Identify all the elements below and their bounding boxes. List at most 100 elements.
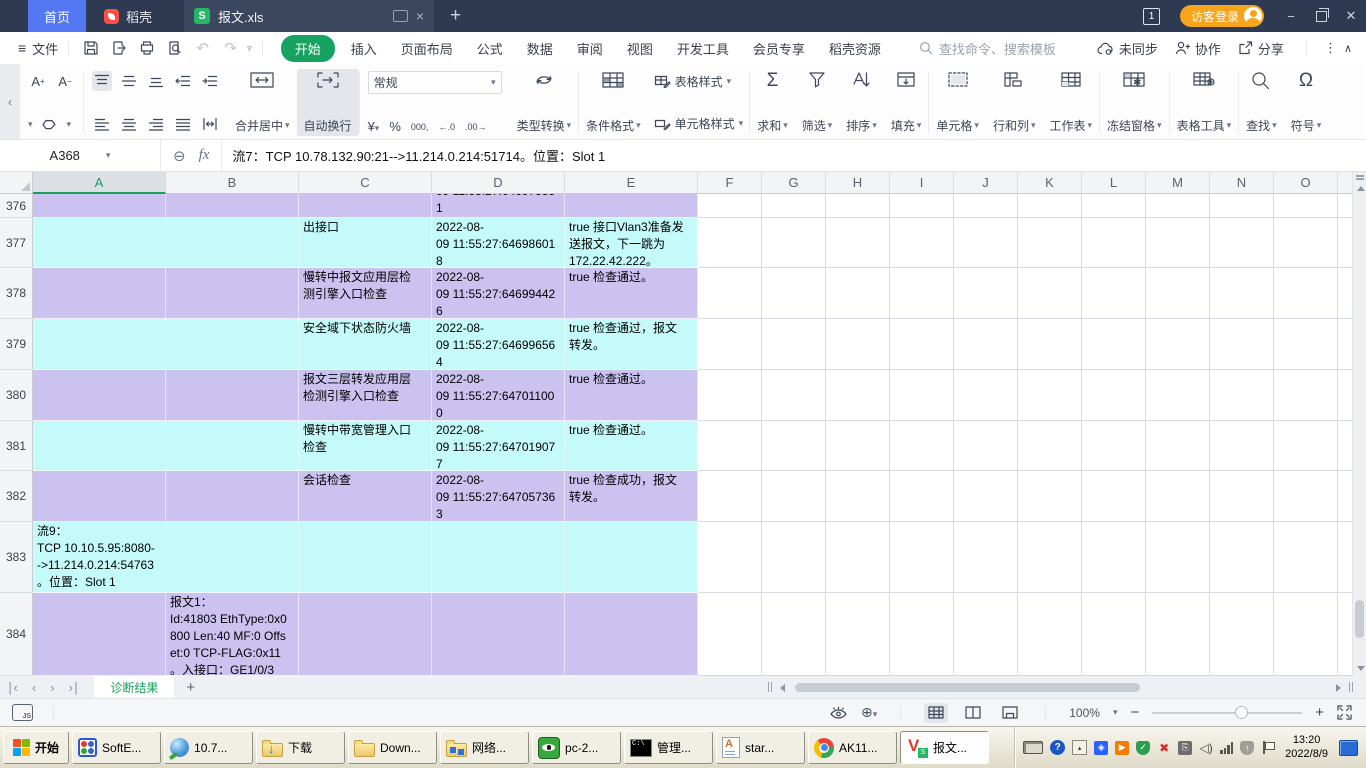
hscroll-split-handle-right[interactable]	[1349, 682, 1353, 692]
cell-D381[interactable]: 2022-08- 09 11:55:27:64701907 7	[432, 421, 565, 471]
volume-icon[interactable]: ◁)	[1199, 741, 1213, 755]
eraser-caret[interactable]: ▾	[67, 119, 72, 130]
cell-E376[interactable]	[565, 194, 698, 218]
align-top-button[interactable]	[92, 71, 112, 91]
table-style-button[interactable]: 表格样式 ▾	[654, 73, 744, 90]
decrease-indent-button[interactable]	[173, 71, 193, 91]
col-header-D[interactable]: D	[432, 172, 565, 194]
js-macro-icon[interactable]: JS	[12, 704, 33, 721]
tab-data[interactable]: 数据	[515, 39, 565, 58]
percent-button[interactable]: %	[389, 119, 401, 134]
save-button[interactable]	[79, 37, 102, 59]
align-right-button[interactable]	[146, 114, 166, 134]
row-header-379[interactable]: 379	[0, 319, 33, 370]
freeze-panes-button[interactable]: ✱ 冻结窗格 ▾	[1100, 69, 1169, 136]
taskbar-button-wordpad[interactable]: star...	[716, 731, 806, 764]
cell-A379[interactable]	[33, 319, 166, 370]
command-search[interactable]: 查找命令、搜索模板	[919, 39, 1056, 58]
tab-view[interactable]: 视图	[615, 39, 665, 58]
tab-insert[interactable]: 插入	[339, 39, 389, 58]
conditional-format-button[interactable]: 条件格式 ▾	[579, 69, 648, 136]
cell-B377[interactable]	[166, 218, 299, 268]
eye-icon[interactable]	[829, 706, 848, 720]
cell-D378[interactable]: 2022-08- 09 11:55:27:64699442 6	[432, 268, 565, 319]
cell-C381[interactable]: 慢转中带宽管理入口 检查	[299, 421, 432, 471]
scroll-right-icon[interactable]	[1336, 684, 1341, 692]
login-button[interactable]: 访客登录	[1179, 5, 1264, 27]
more-menu-icon[interactable]: ⋮	[1324, 40, 1337, 56]
cell-C376[interactable]	[299, 194, 432, 218]
col-header-A[interactable]: A	[33, 172, 166, 194]
decrease-decimal-button[interactable]: .00→	[465, 122, 487, 132]
col-header-O[interactable]: O	[1274, 172, 1338, 194]
insert-function-icon[interactable]: fx	[199, 147, 210, 164]
col-header-M[interactable]: M	[1146, 172, 1210, 194]
scrollbar-split-handle[interactable]	[1356, 175, 1364, 177]
row-header-381[interactable]: 381	[0, 421, 33, 471]
tray-update-shield-icon[interactable]: ↑	[1240, 740, 1255, 755]
currency-button[interactable]: ¥▾	[368, 119, 380, 134]
taskbar-button-chrome[interactable]: AK11...	[808, 731, 898, 764]
window-manager-badge[interactable]: 1	[1142, 7, 1160, 25]
tray-app1-icon[interactable]: ◈	[1094, 740, 1109, 755]
taskbar-button-wps-active[interactable]: S 报文...	[900, 731, 990, 764]
thousands-separator-button[interactable]: 000,	[411, 122, 429, 132]
empty-cells[interactable]	[698, 593, 1352, 676]
cell-D376[interactable]: 09 11:55:27:64697555 1	[432, 194, 565, 218]
decrease-font-button[interactable]: A −	[55, 71, 75, 91]
col-header-H[interactable]: H	[826, 172, 890, 194]
row-header-383[interactable]: 383	[0, 522, 33, 593]
cell-E379[interactable]: true 检查通过，报文 转发。	[565, 319, 698, 370]
tab-member[interactable]: 会员专享	[741, 39, 817, 58]
share-button[interactable]: 分享	[1233, 39, 1289, 58]
zoom-caret[interactable]: ▾	[1113, 707, 1118, 718]
zoom-out-button[interactable]: −	[1130, 704, 1139, 721]
cell-E381[interactable]: true 检查通过。	[565, 421, 698, 471]
cell-C383[interactable]	[299, 522, 432, 593]
scroll-left-icon[interactable]	[780, 684, 785, 692]
empty-cells[interactable]	[698, 218, 1352, 268]
col-header-G[interactable]: G	[762, 172, 826, 194]
tab-document[interactable]: S 报文.xls ×	[184, 0, 435, 32]
cells-button[interactable]: 单元格 ▾	[929, 69, 986, 136]
sort-button[interactable]: 排序 ▾	[839, 69, 884, 136]
cell-B384[interactable]: 报文1： Id:41803 EthType:0x0 800 Len:40 MF:…	[166, 593, 299, 676]
cell-C382[interactable]: 会话检查	[299, 471, 432, 522]
select-all-corner[interactable]	[0, 172, 33, 194]
align-bottom-button[interactable]	[146, 71, 166, 91]
help-icon[interactable]: ?	[1050, 740, 1066, 755]
tab-developer[interactable]: 开发工具	[665, 39, 741, 58]
cell-D382[interactable]: 2022-08- 09 11:55:27:64705736 3	[432, 471, 565, 522]
cell-D377[interactable]: 2022-08- 09 11:55:27:64698601 8	[432, 218, 565, 268]
start-button[interactable]: 开始	[3, 731, 70, 764]
table-tools-button[interactable]: 表格工具 ▾	[1170, 69, 1239, 136]
cell-E378[interactable]: true 检查通过。	[565, 268, 698, 319]
font-color-caret[interactable]: ▾	[28, 119, 33, 130]
new-tab-button[interactable]: +	[450, 5, 461, 27]
zoom-level[interactable]: 100%	[1069, 706, 1100, 720]
normal-view-icon[interactable]	[924, 702, 949, 723]
fill-button[interactable]: 填充 ▾	[884, 69, 929, 136]
col-header-K[interactable]: K	[1018, 172, 1082, 194]
cell-C378[interactable]: 慢转中报文应用层检 测引擎入口检查	[299, 268, 432, 319]
cell-E380[interactable]: true 检查通过。	[565, 370, 698, 421]
cell-E384[interactable]	[565, 593, 698, 676]
row-header-378[interactable]: 378	[0, 268, 33, 319]
collaborate-button[interactable]: 协作	[1170, 39, 1226, 58]
tab-docer[interactable]: 稻壳	[86, 0, 170, 32]
type-convert-button[interactable]: 类型转换 ▾	[510, 69, 579, 136]
cell-A380[interactable]	[33, 370, 166, 421]
tray-clipboard-icon[interactable]: ⎘	[1178, 740, 1193, 755]
empty-cells[interactable]	[698, 194, 1352, 218]
tab-page-layout[interactable]: 页面布局	[389, 39, 465, 58]
empty-cells[interactable]	[698, 268, 1352, 319]
empty-cells[interactable]	[698, 370, 1352, 421]
cell-C384[interactable]	[299, 593, 432, 676]
row-header-382[interactable]: 382	[0, 471, 33, 522]
zoom-slider[interactable]	[1152, 705, 1303, 719]
filter-button[interactable]: 筛选 ▾	[795, 69, 840, 136]
worksheet-button[interactable]: 工作表 ▾	[1042, 69, 1099, 136]
merge-center-button[interactable]: 合并居中 ▾	[228, 69, 297, 136]
horizontal-scroll-thumb[interactable]	[795, 682, 1140, 692]
zoom-slider-thumb[interactable]	[1234, 705, 1248, 719]
